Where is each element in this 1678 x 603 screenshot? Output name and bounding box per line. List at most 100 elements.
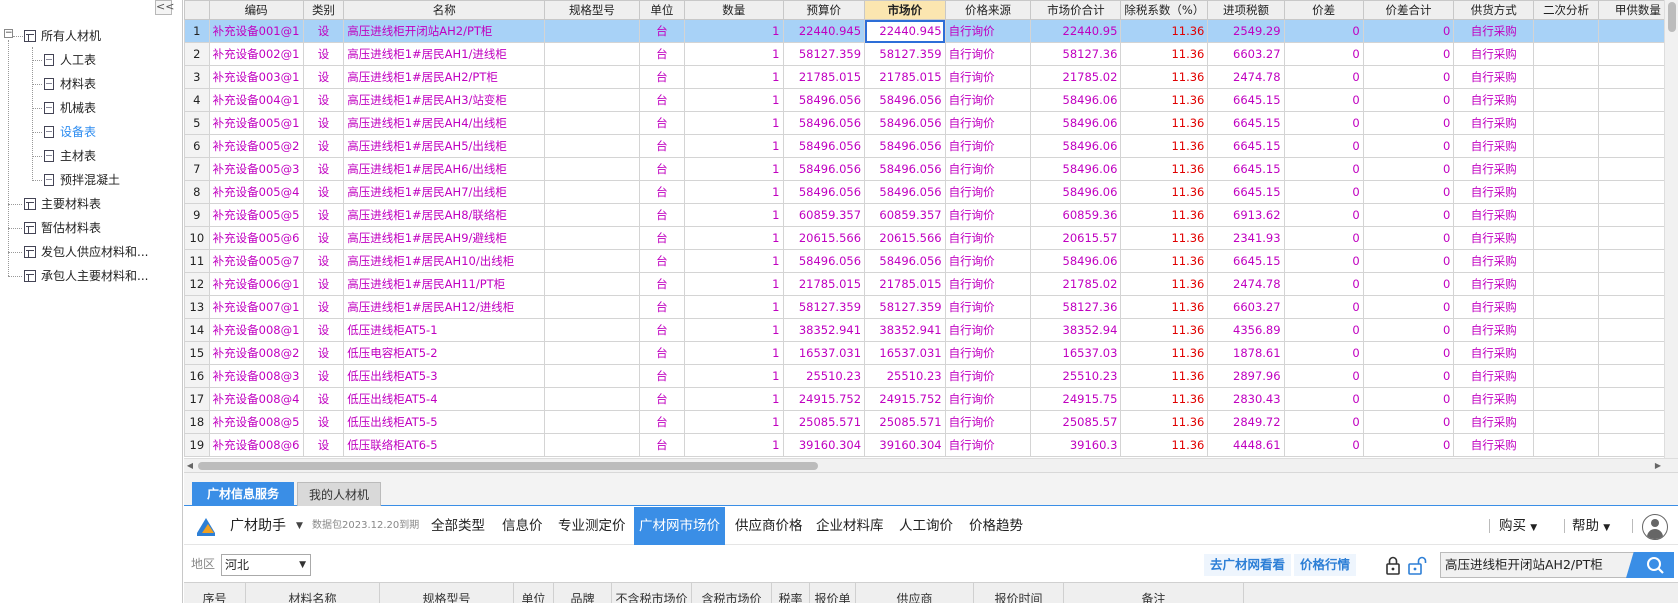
- table-cell[interactable]: 1: [684, 272, 784, 296]
- table-cell[interactable]: 自行询价: [944, 318, 1032, 342]
- table-row[interactable]: 4 补充设备004@1 设高压进线柜1#居民AH3/站变柜台 1 58496.056 58…: [184, 88, 1678, 112]
- table-cell[interactable]: 0: [1362, 203, 1455, 227]
- table-cell[interactable]: 补充设备007@1: [208, 295, 304, 319]
- table-cell[interactable]: 1: [684, 318, 784, 342]
- column-header[interactable]: 价差: [1283, 0, 1364, 20]
- table-cell[interactable]: 25510.23: [864, 364, 946, 388]
- search-button[interactable]: [1626, 552, 1674, 578]
- table-cell[interactable]: 设: [302, 341, 345, 365]
- table-cell[interactable]: [1533, 295, 1599, 319]
- tree-item-material[interactable]: 材料表: [44, 73, 96, 95]
- table-cell[interactable]: 1: [684, 19, 784, 43]
- scroll-right-icon[interactable]: ▶: [1652, 459, 1664, 473]
- tree-item-provisional[interactable]: 暂估材料表: [24, 217, 101, 239]
- nav-price-trend[interactable]: 价格趋势: [969, 507, 1023, 545]
- table-cell[interactable]: 1: [684, 134, 784, 158]
- column-header[interactable]: 类别: [302, 0, 345, 20]
- table-row[interactable]: 2 补充设备002@1 设高压进线柜1#居民AH1/进线柜台 1 58127.359 58…: [184, 42, 1678, 66]
- table-cell[interactable]: 20615.57: [1030, 226, 1122, 250]
- table-cell[interactable]: 58496.06: [1030, 180, 1122, 204]
- table-cell[interactable]: 0: [1283, 249, 1364, 273]
- table-cell[interactable]: 58127.36: [1030, 295, 1122, 319]
- table-cell[interactable]: 自行采购: [1453, 272, 1535, 296]
- table-cell[interactable]: 低压出线柜AT5-3: [343, 364, 546, 388]
- table-cell[interactable]: 58127.36: [1030, 42, 1122, 66]
- table-row[interactable]: 7 补充设备005@3 设高压进线柜1#居民AH6/出线柜台 1 58496.056 58…: [184, 157, 1678, 181]
- row-number[interactable]: 13: [184, 295, 210, 319]
- table-cell[interactable]: 台: [638, 364, 686, 388]
- table-row[interactable]: 12 补充设备006@1 设高压进线柜1#居民AH11/PT柜台 1 21785.015…: [184, 272, 1678, 296]
- table-cell[interactable]: 补充设备005@4: [208, 180, 304, 204]
- tree-item-concrete[interactable]: 预拌混凝土: [44, 169, 120, 191]
- table-cell[interactable]: 0: [1283, 180, 1364, 204]
- table-cell[interactable]: 自行采购: [1453, 111, 1535, 135]
- row-number[interactable]: 19: [184, 433, 210, 457]
- table-cell[interactable]: 21785.015: [864, 272, 946, 296]
- table-cell[interactable]: 补充设备008@4: [208, 387, 304, 411]
- table-cell[interactable]: 自行询价: [944, 19, 1032, 43]
- table-cell[interactable]: 38352.941: [782, 318, 866, 342]
- table-cell[interactable]: 0: [1362, 134, 1455, 158]
- table-cell[interactable]: 自行询价: [944, 203, 1032, 227]
- table-cell[interactable]: 自行询价: [944, 295, 1032, 319]
- table-cell[interactable]: 台: [638, 111, 686, 135]
- table-cell[interactable]: 0: [1362, 433, 1455, 457]
- table-cell[interactable]: 0: [1283, 134, 1364, 158]
- table-cell[interactable]: 0: [1362, 65, 1455, 89]
- table-cell[interactable]: 设: [302, 272, 345, 296]
- table-cell[interactable]: 1: [684, 157, 784, 181]
- table-cell[interactable]: 设: [302, 364, 345, 388]
- table-cell[interactable]: 0: [1362, 318, 1455, 342]
- table-cell[interactable]: 2849.72: [1207, 410, 1285, 434]
- row-number[interactable]: 18: [184, 410, 210, 434]
- table-cell[interactable]: [544, 433, 640, 457]
- table-cell[interactable]: 高压进线柜1#居民AH5/出线柜: [343, 134, 546, 158]
- table-cell[interactable]: 台: [638, 295, 686, 319]
- table-cell[interactable]: 24915.75: [1030, 387, 1122, 411]
- table-cell[interactable]: 高压进线柜1#居民AH2/PT柜: [343, 65, 546, 89]
- table-cell[interactable]: 补充设备005@7: [208, 249, 304, 273]
- table-cell[interactable]: 台: [638, 318, 686, 342]
- table-cell[interactable]: 自行询价: [944, 364, 1032, 388]
- table-cell[interactable]: 台: [638, 42, 686, 66]
- table-cell[interactable]: 24915.752: [864, 387, 946, 411]
- table-cell[interactable]: 补充设备002@1: [208, 42, 304, 66]
- table-row[interactable]: 9 补充设备005@5 设高压进线柜1#居民AH8/联络柜台 1 60859.357 60…: [184, 203, 1678, 227]
- table-cell[interactable]: 台: [638, 157, 686, 181]
- tree-collapse-icon[interactable]: −: [4, 29, 13, 38]
- table-cell[interactable]: 58496.056: [864, 134, 946, 158]
- table-cell[interactable]: 高压进线柜1#居民AH12/进线柜: [343, 295, 546, 319]
- table-cell[interactable]: 低压进线柜AT5-1: [343, 318, 546, 342]
- table-cell[interactable]: 16537.031: [782, 341, 866, 365]
- table-cell[interactable]: 台: [638, 65, 686, 89]
- column-header[interactable]: 市场价: [864, 0, 946, 20]
- table-cell[interactable]: [1533, 157, 1599, 181]
- table-cell[interactable]: 58496.06: [1030, 111, 1122, 135]
- table-cell[interactable]: 台: [638, 249, 686, 273]
- table-cell[interactable]: [544, 134, 640, 158]
- table-cell[interactable]: 0: [1283, 272, 1364, 296]
- table-cell[interactable]: 0: [1283, 157, 1364, 181]
- table-cell[interactable]: 高压进线柜1#居民AH1/进线柜: [343, 42, 546, 66]
- table-cell[interactable]: 低压出线柜AT5-5: [343, 410, 546, 434]
- table-cell[interactable]: 2341.93: [1207, 226, 1285, 250]
- table-cell[interactable]: 台: [638, 410, 686, 434]
- table-cell[interactable]: 自行采购: [1453, 226, 1535, 250]
- table-cell[interactable]: 58496.056: [864, 157, 946, 181]
- buy-menu[interactable]: 购买 ▼: [1499, 507, 1537, 547]
- tab-my-resources[interactable]: 我的人材机: [297, 482, 381, 506]
- nav-supplier-price[interactable]: 供应商价格: [735, 507, 803, 545]
- table-cell[interactable]: 低压联络柜AT6-5: [343, 433, 546, 457]
- row-number[interactable]: 3: [184, 65, 210, 89]
- table-cell[interactable]: 设: [302, 180, 345, 204]
- table-cell[interactable]: 0: [1283, 88, 1364, 112]
- table-cell[interactable]: 设: [302, 433, 345, 457]
- table-cell[interactable]: 2549.29: [1207, 19, 1285, 43]
- unlock-icon[interactable]: [1406, 554, 1428, 576]
- table-cell[interactable]: 高压进线柜1#居民AH8/联络柜: [343, 203, 546, 227]
- table-cell[interactable]: 自行询价: [944, 157, 1032, 181]
- table-cell[interactable]: 补充设备008@1: [208, 318, 304, 342]
- table-cell[interactable]: 设: [302, 42, 345, 66]
- table-cell[interactable]: 补充设备008@6: [208, 433, 304, 457]
- table-cell[interactable]: [1533, 19, 1599, 43]
